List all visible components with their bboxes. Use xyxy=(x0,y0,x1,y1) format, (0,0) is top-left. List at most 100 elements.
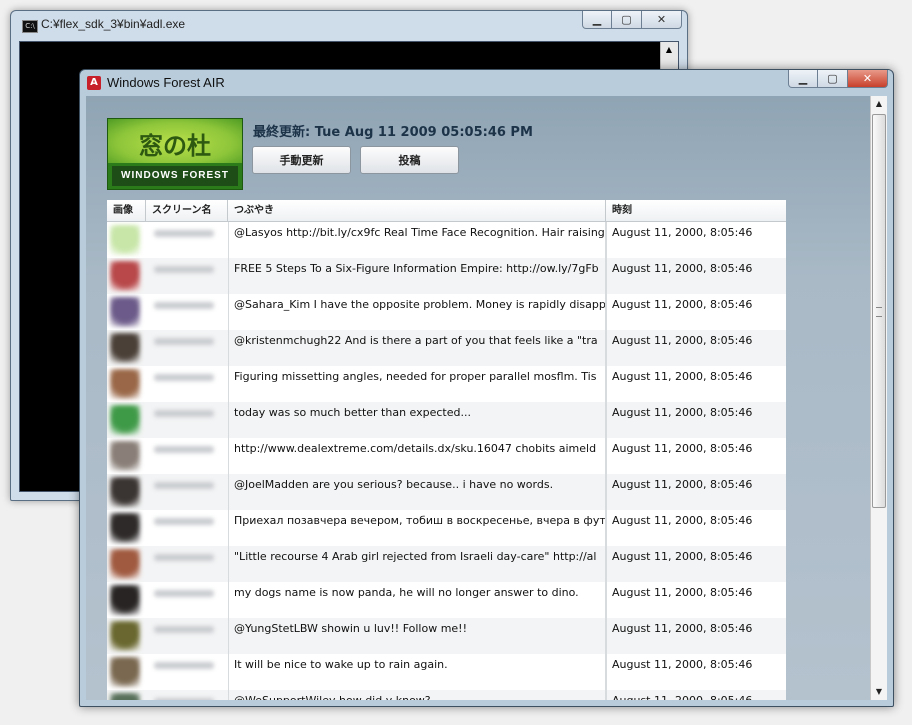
console-maximize-button[interactable]: ▢ xyxy=(612,11,642,29)
post-button-label: 投稿 xyxy=(398,154,421,167)
tweet-data-grid[interactable]: 画像 スクリーン名 つぶやき 時刻 @WeSupportWiley how di… xyxy=(107,200,786,700)
minimize-icon: ▁ xyxy=(592,13,602,26)
table-row[interactable]: @JoelMadden are you serious? because.. i… xyxy=(107,474,786,510)
screen-name-cell xyxy=(146,546,228,582)
air-caption-buttons: ▁ ▢ ✕ xyxy=(788,70,888,88)
scroll-up-arrow-icon[interactable]: ▲ xyxy=(662,43,676,57)
air-close-button[interactable]: ✕ xyxy=(848,70,888,88)
redacted-screen-name xyxy=(154,266,214,273)
maximize-icon: ▢ xyxy=(621,13,632,26)
time-cell: August 11, 2000, 8:05:46 xyxy=(612,622,753,635)
avatar-cell xyxy=(107,366,146,402)
column-header-time[interactable]: 時刻 xyxy=(606,200,786,221)
avatar-cell xyxy=(107,546,146,582)
table-row[interactable]: today was so much better than expected..… xyxy=(107,402,786,438)
scroll-down-arrow-icon[interactable]: ▼ xyxy=(871,684,887,700)
avatar-cell xyxy=(107,654,146,690)
console-window-title: C:¥flex_sdk_3¥bin¥adl.exe xyxy=(41,17,186,31)
avatar xyxy=(110,225,140,255)
air-minimize-button[interactable]: ▁ xyxy=(788,70,818,88)
console-close-button[interactable]: ✕ xyxy=(642,11,682,29)
table-row[interactable]: It will be nice to wake up to rain again… xyxy=(107,654,786,690)
console-caption-buttons: ▁ ▢ ✕ xyxy=(582,11,682,29)
avatar-cell xyxy=(107,402,146,438)
tweet-cell: It will be nice to wake up to rain again… xyxy=(228,654,606,690)
console-titlebar[interactable]: C:\ C:¥flex_sdk_3¥bin¥adl.exe ▁ ▢ ✕ xyxy=(11,11,687,39)
tweet-cell: my dogs name is now panda, he will no lo… xyxy=(228,582,606,618)
manual-refresh-label: 手動更新 xyxy=(279,154,324,167)
table-row[interactable]: Figuring missetting angles, needed for p… xyxy=(107,366,786,402)
time-cell: August 11, 2000, 8:05:46 xyxy=(612,262,753,275)
tweet-cell: @YungStetLBW showin u luv!! Follow me!! xyxy=(228,618,606,654)
tweet-cell: @kristenmchugh22 And is there a part of … xyxy=(228,330,606,366)
avatar-cell xyxy=(107,294,146,330)
table-row[interactable]: FREE 5 Steps To a Six-Figure Information… xyxy=(107,258,786,294)
redacted-screen-name xyxy=(154,230,214,237)
column-header-tweet[interactable]: つぶやき xyxy=(228,200,606,221)
time-cell: August 11, 2000, 8:05:46 xyxy=(612,442,753,455)
avatar xyxy=(110,441,140,471)
screen-name-cell xyxy=(146,294,228,330)
air-window[interactable]: A Windows Forest AIR ▁ ▢ ✕ 窓の杜 WINDOWS F… xyxy=(79,69,894,707)
screen-name-cell xyxy=(146,258,228,294)
logo-top-panel: 窓の杜 xyxy=(108,119,242,163)
time-cell: August 11, 2000, 8:05:46 xyxy=(612,226,753,239)
minimize-icon: ▁ xyxy=(798,72,808,85)
table-row[interactable]: @Sahara_Kim I have the opposite problem.… xyxy=(107,294,786,330)
redacted-screen-name xyxy=(154,590,214,597)
tweet-cell: @JoelMadden are you serious? because.. i… xyxy=(228,474,606,510)
screen-name-cell xyxy=(146,366,228,402)
time-cell: August 11, 2000, 8:05:46 xyxy=(612,334,753,347)
redacted-screen-name xyxy=(154,302,214,309)
tweet-cell: http://www.dealextreme.com/details.dx/sk… xyxy=(228,438,606,474)
avatar-cell xyxy=(107,582,146,618)
avatar xyxy=(110,477,140,507)
time-cell: August 11, 2000, 8:05:46 xyxy=(612,658,753,671)
avatar xyxy=(110,297,140,327)
redacted-screen-name xyxy=(154,698,214,700)
scroll-up-arrow-icon[interactable]: ▲ xyxy=(871,96,887,112)
manual-refresh-button[interactable]: 手動更新 xyxy=(252,146,351,174)
post-button[interactable]: 投稿 xyxy=(360,146,459,174)
grid-body[interactable]: @WeSupportWiley how did y know? ......Au… xyxy=(107,222,786,700)
air-vertical-scrollbar[interactable]: ▲ ▼ xyxy=(870,96,887,700)
table-row[interactable]: http://www.dealextreme.com/details.dx/sk… xyxy=(107,438,786,474)
table-row[interactable]: @kristenmchugh22 And is there a part of … xyxy=(107,330,786,366)
screen-name-cell xyxy=(146,690,228,700)
screen-name-cell xyxy=(146,510,228,546)
time-cell: August 11, 2000, 8:05:46 xyxy=(612,370,753,383)
avatar xyxy=(110,405,140,435)
redacted-screen-name xyxy=(154,410,214,417)
time-cell: August 11, 2000, 8:05:46 xyxy=(612,586,753,599)
avatar xyxy=(110,585,140,615)
avatar-cell xyxy=(107,222,146,258)
air-maximize-button[interactable]: ▢ xyxy=(818,70,848,88)
time-cell: August 11, 2000, 8:05:46 xyxy=(612,298,753,311)
windows-forest-logo: 窓の杜 WINDOWS FOREST xyxy=(107,118,243,190)
tweet-cell: @Lasyos http://bit.ly/cx9fc Real Time Fa… xyxy=(228,222,606,258)
avatar xyxy=(110,369,140,399)
table-row[interactable]: "Little recourse 4 Arab girl rejected fr… xyxy=(107,546,786,582)
console-minimize-button[interactable]: ▁ xyxy=(582,11,612,29)
air-titlebar[interactable]: A Windows Forest AIR ▁ ▢ ✕ xyxy=(80,70,893,96)
close-icon: ✕ xyxy=(656,13,667,26)
logo-kanji-text: 窓の杜 xyxy=(139,132,211,160)
time-cell: August 11, 2000, 8:05:46 xyxy=(612,514,753,527)
table-row[interactable]: @WeSupportWiley how did y know? ......Au… xyxy=(107,690,786,700)
table-row[interactable]: @Lasyos http://bit.ly/cx9fc Real Time Fa… xyxy=(107,222,786,258)
avatar xyxy=(110,333,140,363)
table-row[interactable]: Приехал позавчера вечером, тобиш в воскр… xyxy=(107,510,786,546)
scrollbar-thumb[interactable] xyxy=(872,114,886,508)
redacted-screen-name xyxy=(154,446,214,453)
table-row[interactable]: my dogs name is now panda, he will no lo… xyxy=(107,582,786,618)
tweet-cell: Приехал позавчера вечером, тобиш в воскр… xyxy=(228,510,606,546)
avatar-cell xyxy=(107,438,146,474)
column-header-image[interactable]: 画像 xyxy=(107,200,146,221)
redacted-screen-name xyxy=(154,482,214,489)
table-row[interactable]: @YungStetLBW showin u luv!! Follow me!! A… xyxy=(107,618,786,654)
column-header-screen-name[interactable]: スクリーン名 xyxy=(146,200,228,221)
logo-bottom-text: WINDOWS FOREST xyxy=(112,166,238,186)
grid-column-divider xyxy=(228,222,229,700)
screen-name-cell xyxy=(146,438,228,474)
screen-name-cell xyxy=(146,222,228,258)
